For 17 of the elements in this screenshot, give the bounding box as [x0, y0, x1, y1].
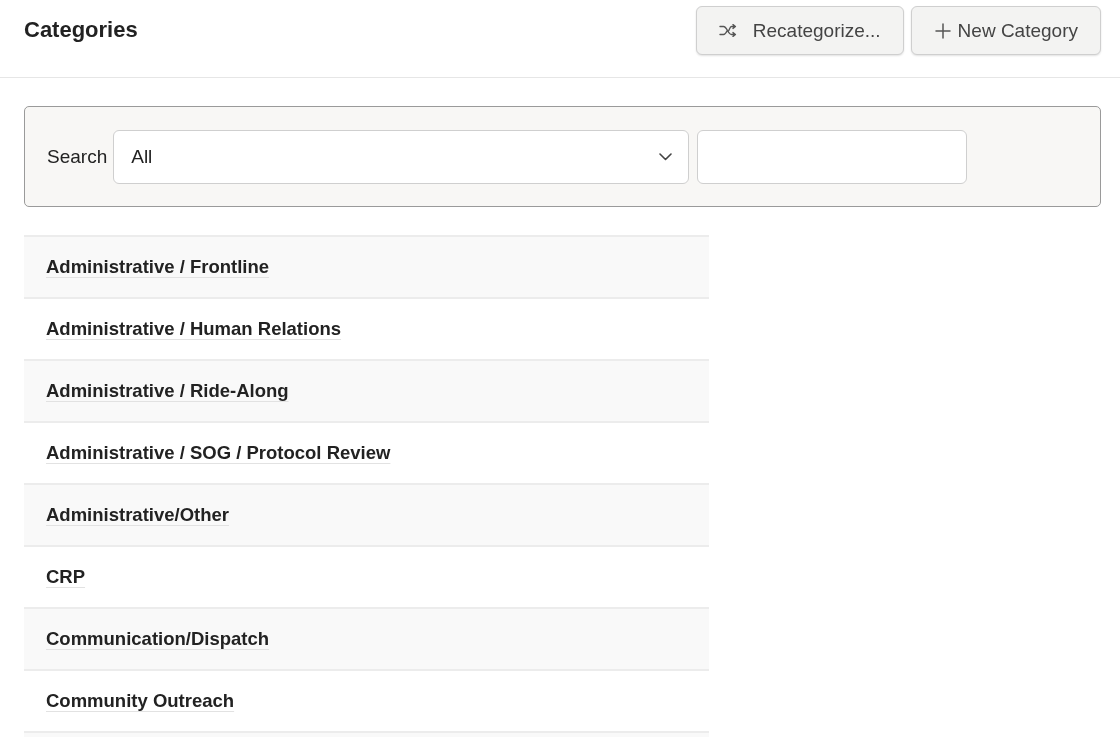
category-link[interactable]: Community Outreach [46, 690, 235, 712]
shuffle-icon [718, 24, 737, 37]
search-label: Search [47, 145, 108, 168]
page-title: Categories [24, 16, 138, 44]
plus-icon [934, 22, 951, 39]
search-select[interactable]: All [113, 129, 690, 184]
new-category-button[interactable]: New Category [910, 6, 1101, 55]
chevron-down-icon [659, 152, 673, 161]
category-link[interactable]: Administrative / SOG / Protocol Review [46, 442, 391, 464]
category-link[interactable]: Administrative / Frontline [46, 256, 270, 278]
category-link[interactable]: Administrative / Human Relations [46, 318, 342, 340]
search-input[interactable] [697, 129, 968, 184]
category-link[interactable]: Administrative/Other [46, 504, 229, 526]
recategorize-button[interactable]: Recategorize... [695, 6, 904, 55]
category-link[interactable]: Communication/Dispatch [46, 628, 270, 650]
category-link[interactable]: Administrative / Ride-Along [46, 380, 289, 402]
category-link[interactable]: CRP [46, 566, 86, 588]
